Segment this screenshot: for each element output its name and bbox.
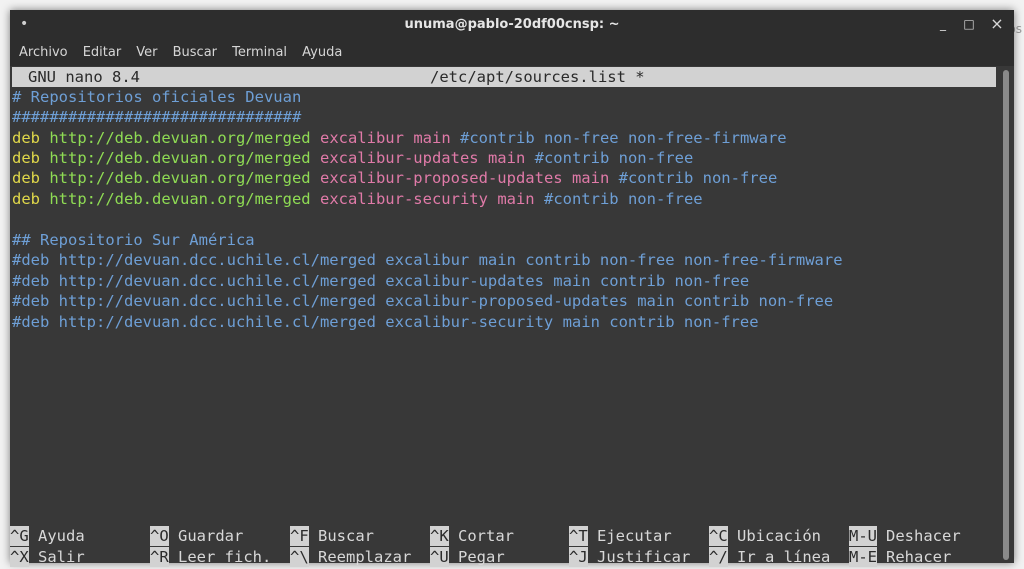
shortcut-label[interactable]: Cortar — [458, 526, 514, 546]
nano-version: GNU nano 8.4 — [28, 68, 140, 86]
menu-ver[interactable]: Ver — [131, 40, 162, 60]
deb-line: deb http://deb.devuan.org/merged excalib… — [12, 148, 693, 168]
deb-keyword: deb — [12, 129, 40, 147]
shortcut-label[interactable]: Rehacer — [886, 547, 951, 567]
suite-name: excalibur-security — [319, 190, 488, 208]
shortcut-key: M-U — [849, 526, 877, 546]
shortcut-label[interactable]: Guardar — [178, 526, 243, 546]
shortcut-label[interactable]: Salir — [38, 547, 85, 567]
suite-name: excalibur-updates — [319, 149, 479, 167]
nano-filename: /etc/apt/sources.list * — [430, 68, 645, 86]
deb-keyword: deb — [12, 149, 40, 167]
scrollbar-thumb[interactable] — [1003, 70, 1009, 560]
file-line: #deb http://devuan.dcc.uchile.cl/merged … — [12, 251, 843, 269]
component: main — [497, 190, 535, 208]
shortcut-key: ^R — [150, 547, 169, 567]
suite-name: excalibur — [319, 129, 404, 147]
suite-name: excalibur-proposed-updates — [319, 169, 563, 187]
shortcut-key: ^F — [290, 526, 309, 546]
menu-ayuda[interactable]: Ayuda — [297, 40, 347, 60]
shortcut-key: ^C — [709, 526, 728, 546]
shortcut-label[interactable]: Reemplazar — [318, 547, 411, 567]
component: main — [571, 169, 610, 187]
minimize-icon[interactable]: _ — [934, 15, 952, 33]
shortcut-key: ^U — [430, 547, 449, 567]
shortcut-key: ^K — [430, 526, 449, 546]
nano-shortcut-bar: ^G Ayuda ^O Guardar ^F Buscar ^K Cortar … — [10, 526, 998, 568]
shortcut-label[interactable]: Buscar — [318, 526, 374, 546]
window-title: unuma@pablo-20df00cnsp: ~ — [404, 17, 620, 32]
shortcut-label[interactable]: Deshacer — [886, 526, 961, 546]
shortcut-label[interactable]: Ir a línea — [737, 547, 830, 567]
commented-components: #contrib non-free — [534, 149, 694, 167]
terminal-scrollbar[interactable] — [998, 66, 1014, 563]
deb-line: deb http://deb.devuan.org/merged excalib… — [12, 168, 777, 188]
shortcut-key: ^/ — [709, 547, 728, 567]
file-line: #deb http://devuan.dcc.uchile.cl/merged … — [12, 313, 759, 331]
shortcut-label[interactable]: Ayuda — [38, 526, 85, 546]
shortcut-label[interactable]: Leer fich. — [178, 547, 271, 567]
close-icon[interactable]: × — [988, 15, 1006, 33]
shortcut-key: ^G — [10, 526, 29, 546]
shortcut-label[interactable]: Justificar — [597, 547, 690, 567]
component: main — [487, 149, 526, 167]
file-line: # Repositorios oficiales Devuan — [12, 88, 302, 106]
menu-bar: Archivo Editar Ver Buscar Terminal Ayuda — [10, 40, 1014, 66]
shortcut-key: M-E — [849, 547, 877, 567]
deb-keyword: deb — [12, 169, 40, 187]
repo-url: http://deb.devuan.org/merged — [49, 169, 311, 187]
menu-terminal[interactable]: Terminal — [227, 40, 292, 60]
menu-buscar[interactable]: Buscar — [168, 40, 222, 60]
shortcut-label[interactable]: Ejecutar — [597, 526, 672, 546]
title-bar: • unuma@pablo-20df00cnsp: ~ _ □ × — [10, 10, 1014, 40]
shortcut-key: ^J — [569, 547, 588, 567]
file-line: ############################### — [12, 108, 302, 126]
deb-keyword: deb — [12, 190, 40, 208]
shortcut-key: ^X — [10, 547, 29, 567]
shortcut-key: ^O — [150, 526, 169, 546]
file-line: #deb http://devuan.dcc.uchile.cl/merged … — [12, 272, 750, 290]
menu-editar[interactable]: Editar — [78, 40, 127, 60]
shortcut-key: ^\ — [290, 547, 309, 567]
shortcut-key: ^T — [569, 526, 588, 546]
shortcut-label[interactable]: Pegar — [458, 547, 505, 567]
deb-line: deb http://deb.devuan.org/merged excalib… — [12, 128, 787, 148]
repo-url: http://deb.devuan.org/merged — [49, 149, 311, 167]
file-line: ## Repositorio Sur América — [12, 231, 255, 249]
menu-archivo[interactable]: Archivo — [14, 40, 73, 60]
component: main — [413, 129, 451, 147]
repo-url: http://deb.devuan.org/merged — [49, 129, 311, 147]
terminal-area[interactable]: GNU nano 8.4 /etc/apt/sources.list * # R… — [10, 66, 998, 567]
commented-components: #contrib non-free — [543, 190, 703, 208]
file-line: #deb http://devuan.dcc.uchile.cl/merged … — [12, 292, 834, 310]
nano-header-bar: GNU nano 8.4 /etc/apt/sources.list * — [12, 67, 996, 87]
shortcut-label[interactable]: Ubicación — [737, 526, 821, 546]
terminal-window: • unuma@pablo-20df00cnsp: ~ _ □ × Archiv… — [10, 10, 1014, 567]
commented-components: #contrib non-free — [618, 169, 778, 187]
deb-line: deb http://deb.devuan.org/merged excalib… — [12, 189, 703, 209]
repo-url: http://deb.devuan.org/merged — [49, 190, 311, 208]
maximize-icon[interactable]: □ — [960, 15, 978, 33]
commented-components: #contrib non-free non-free-firmware — [460, 129, 787, 147]
